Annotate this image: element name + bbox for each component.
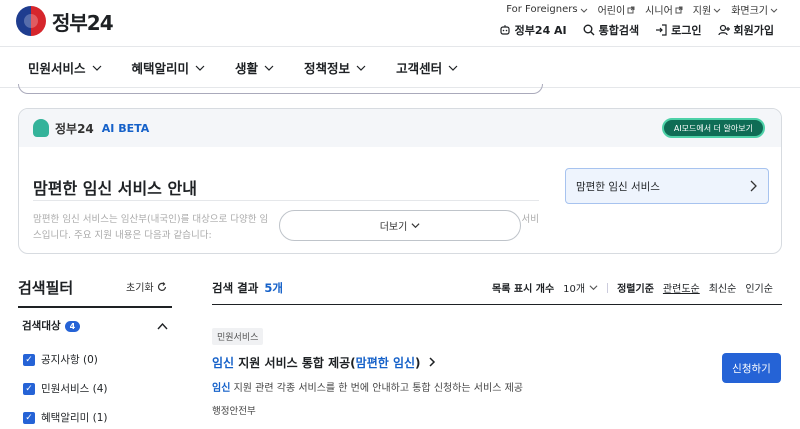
util-link-senior[interactable]: 시니어	[645, 2, 683, 17]
per-page-select[interactable]: 10개	[563, 280, 598, 295]
chevron-down-icon	[356, 65, 366, 71]
government-emblem-icon	[16, 6, 46, 36]
result-title-link[interactable]: 임신 지원 서비스 통합 제공(맘편한 임신)	[212, 354, 436, 371]
main-navigation: 민원서비스 혜택알리미 생활 정책정보 고객센터	[28, 58, 458, 77]
results-heading: 검색 결과 5개	[212, 281, 283, 295]
chevron-down-icon	[448, 65, 458, 71]
sort-relevance[interactable]: 관련도순	[663, 280, 700, 295]
more-button[interactable]: 더보기	[279, 210, 521, 241]
login-icon	[656, 24, 667, 36]
header-main-links: 정부24 AI 통합검색 로그인 회원가입	[499, 22, 774, 38]
per-page-label: 목록 표시 개수	[492, 284, 555, 295]
logo-text: 정부24	[52, 10, 114, 35]
chevron-right-icon	[429, 357, 435, 367]
result-category-tag: 민원서비스	[212, 328, 264, 345]
chevron-down-icon	[264, 65, 274, 71]
nav-item-life[interactable]: 생활	[235, 58, 274, 77]
result-organization: 행정안전부	[212, 406, 256, 417]
chevron-down-icon	[770, 8, 778, 13]
ai-related-service-link[interactable]: 맘편한 임신 서비스	[565, 168, 769, 204]
external-link-icon	[627, 6, 635, 13]
checkbox-checked-icon: ✓	[23, 353, 35, 366]
nav-item-policy[interactable]: 정책정보	[304, 58, 366, 77]
ai-answer-title: 맘편한 임신 서비스 안내	[33, 179, 197, 198]
search-target-toggle[interactable]: 검색대상 4	[22, 318, 168, 333]
sort-popular[interactable]: 인기순	[745, 280, 773, 295]
ai-answer-header: 정부24 AI BETA AI모드에서 더 알아보기	[19, 109, 781, 147]
filter-checkbox-civil-service[interactable]: ✓ 민원서비스 (4)	[23, 381, 108, 396]
ai-beta-label: AI BETA	[101, 121, 150, 135]
divider	[607, 282, 609, 293]
chevron-down-icon	[411, 223, 420, 229]
filter-checkbox-notice[interactable]: ✓ 공지사항 (0)	[23, 352, 98, 367]
nav-item-customer-center[interactable]: 고객센터	[396, 58, 458, 77]
util-link-screen-size[interactable]: 화면크기	[731, 2, 778, 17]
ai-brand: 정부24	[55, 121, 94, 136]
login-link[interactable]: 로그인	[655, 22, 702, 38]
search-box-edge	[18, 84, 543, 94]
filter-checkbox-benefits[interactable]: ✓ 혜택알리미 (1)	[23, 410, 108, 425]
checkbox-checked-icon: ✓	[23, 411, 35, 424]
chevron-down-icon	[713, 8, 721, 13]
target-count-badge: 4	[64, 321, 81, 332]
ai-mode-button[interactable]: AI모드에서 더 알아보기	[661, 118, 765, 138]
chevron-down-icon	[589, 285, 598, 291]
ai-title-divider	[33, 200, 539, 201]
external-link-icon	[675, 6, 683, 13]
filter-reset-button[interactable]: 초기화	[126, 279, 167, 294]
checkbox-checked-icon: ✓	[23, 382, 35, 395]
util-link-kids[interactable]: 어린이	[598, 2, 636, 17]
filter-divider	[18, 306, 172, 308]
search-link[interactable]: 통합검색	[583, 22, 639, 38]
search-icon	[583, 24, 595, 36]
apply-button[interactable]: 신청하기	[722, 353, 781, 383]
chevron-up-icon	[157, 322, 168, 329]
sort-latest[interactable]: 최신순	[709, 280, 737, 295]
chevron-down-icon	[580, 8, 587, 13]
ai-mascot-icon	[33, 119, 49, 137]
signup-link[interactable]: 회원가입	[717, 22, 774, 38]
gov24-ai-link[interactable]: 정부24 AI	[499, 22, 567, 38]
header-divider	[0, 46, 800, 47]
sort-label: 정렬기준	[617, 284, 654, 295]
utility-links: For Foreigners 어린이 시니어 지원 화면크기	[506, 2, 778, 17]
results-count: 5개	[264, 281, 283, 295]
util-link-support[interactable]: 지원	[693, 2, 721, 17]
results-controls: 목록 표시 개수 10개 정렬기준 관련도순 최신순 인기순	[492, 280, 773, 295]
result-description: 임신 지원 관련 각종 서비스를 한 번에 안내하고 통합 신청하는 서비스 제…	[212, 383, 523, 394]
site-logo[interactable]: 정부24	[16, 6, 126, 36]
nav-item-civil-service[interactable]: 민원서비스	[28, 58, 102, 77]
nav-item-benefits[interactable]: 혜택알리미	[132, 58, 206, 77]
chevron-right-icon	[750, 180, 757, 192]
ai-robot-icon	[500, 25, 510, 35]
results-divider	[212, 304, 782, 305]
chevron-down-icon	[92, 65, 101, 71]
filter-title: 검색필터	[18, 279, 74, 297]
util-link-foreigners[interactable]: For Foreigners	[506, 2, 587, 17]
add-user-icon	[717, 24, 730, 36]
refresh-icon	[157, 281, 166, 291]
chevron-down-icon	[195, 65, 205, 71]
